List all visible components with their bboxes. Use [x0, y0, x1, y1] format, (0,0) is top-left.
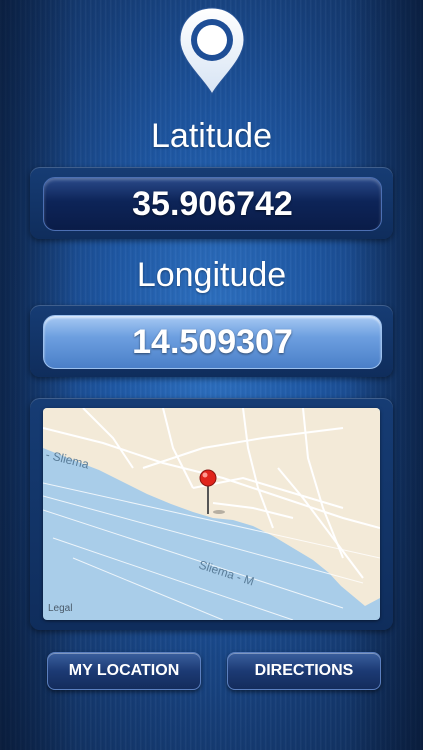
map-marker-icon[interactable] [199, 469, 217, 487]
longitude-value: 14.509307 [43, 315, 382, 369]
directions-button[interactable]: DIRECTIONS [227, 652, 381, 690]
location-pin-icon [179, 7, 245, 96]
map-marker-shadow [213, 510, 225, 514]
map-canvas[interactable]: - Sliema Sliema - M [43, 408, 380, 620]
map-view[interactable]: - Sliema Sliema - M Legal [43, 408, 380, 620]
legal-link[interactable]: Legal [48, 603, 72, 614]
map-marker-highlight [202, 472, 208, 478]
longitude-label: Longitude [136, 256, 287, 294]
latitude-label: Latitude [151, 117, 272, 155]
latitude-value: 35.906742 [43, 177, 382, 231]
my-location-button[interactable]: MY LOCATION [47, 652, 201, 690]
